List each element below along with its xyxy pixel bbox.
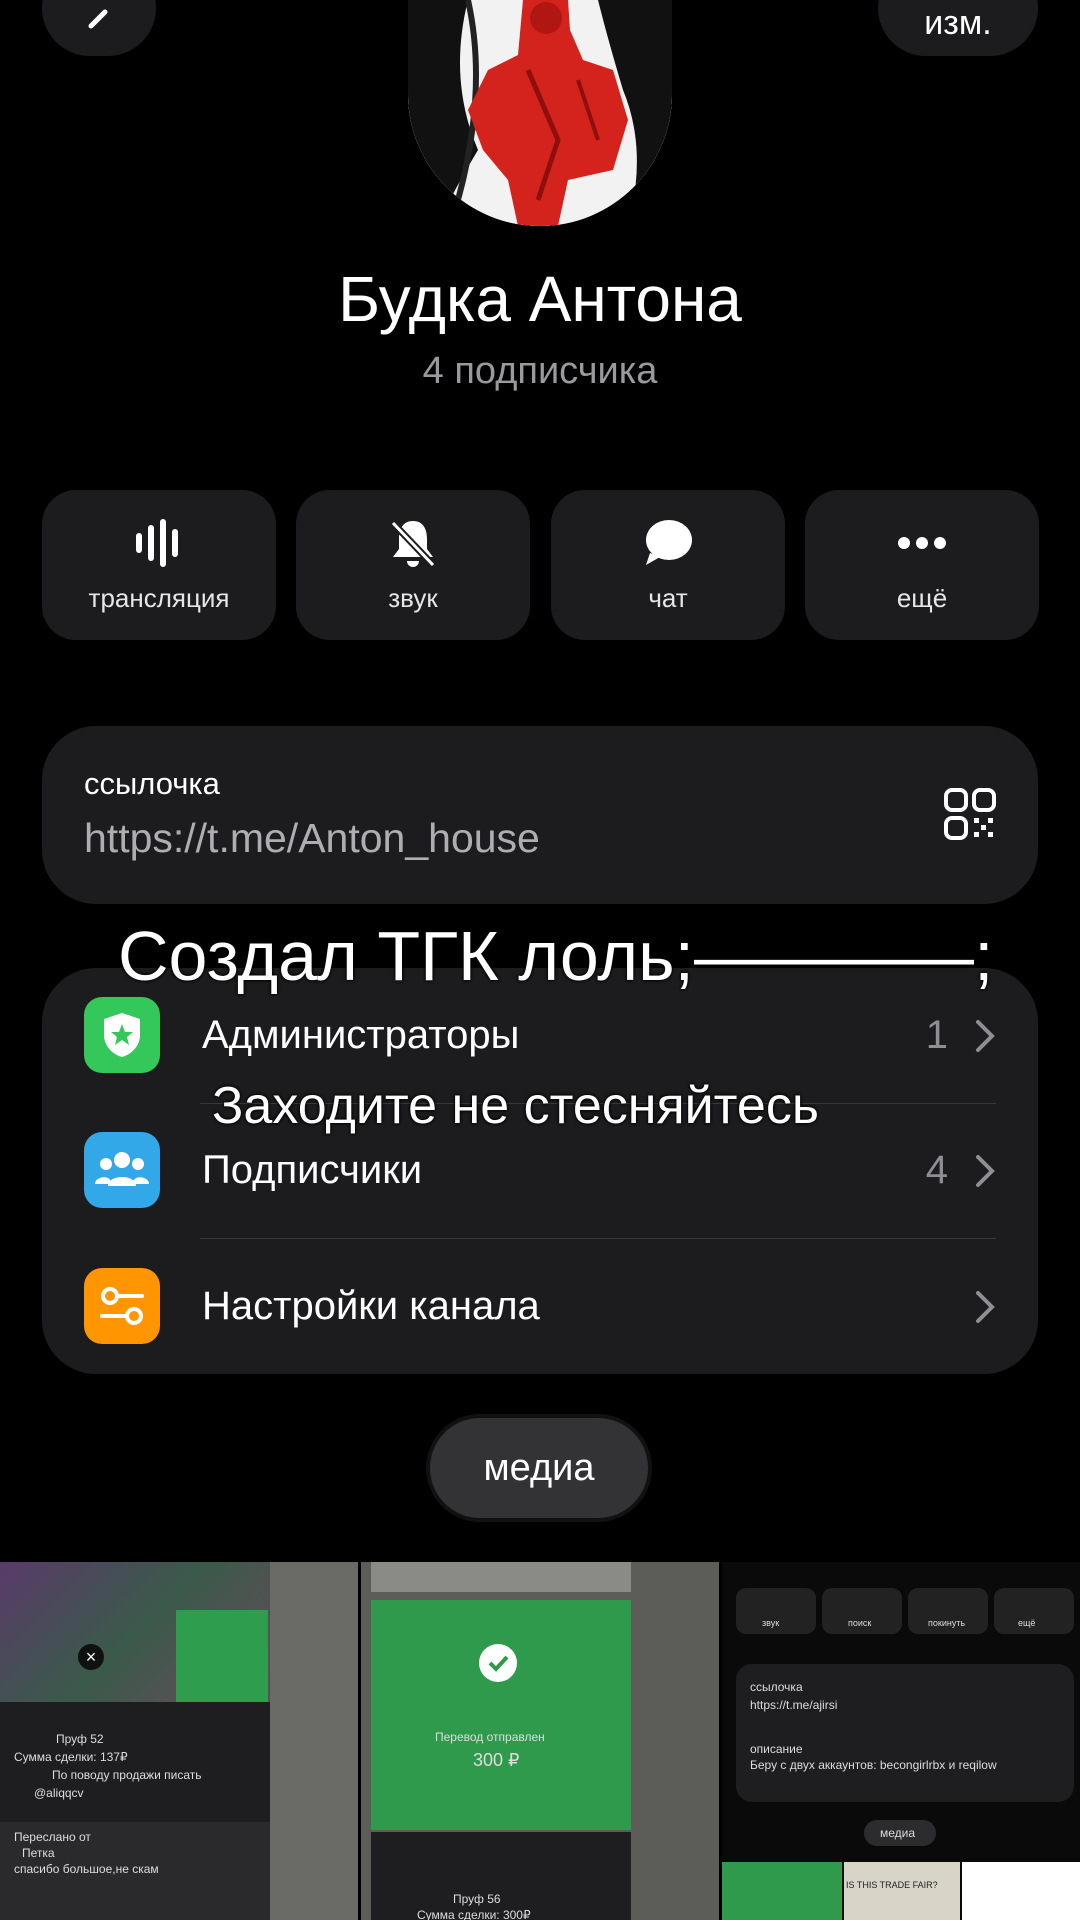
thumb3-link-label: ссылочка	[750, 1680, 803, 1694]
thumb3-desc: Беру с двух аккаунтов: becongirlrbx и re…	[750, 1758, 997, 1772]
subscribers-count: 4	[925, 1148, 948, 1192]
admins-label: Администраторы	[202, 1013, 520, 1057]
chevron-right-icon	[976, 1020, 995, 1052]
thumb1-user: @aliqqcv	[34, 1786, 84, 1800]
media-thumbnail-2[interactable]: Перевод отправлен 300 ₽ Пруф 56 Сумма сд…	[361, 1562, 719, 1920]
thumb1-sum: Сумма сделки: 137₽	[14, 1750, 128, 1764]
thumb1-line3: По поводу продажи писать	[52, 1768, 202, 1782]
check-circle-icon	[479, 1644, 517, 1682]
edit-button[interactable]: изм.	[878, 0, 1038, 56]
thumb3-desc-label: описание	[750, 1742, 803, 1756]
thumb2-amount: 300 ₽	[473, 1750, 520, 1770]
settings-toggle-icon	[84, 1268, 160, 1344]
media-tab[interactable]: медиа	[430, 1418, 648, 1518]
admin-shield-icon	[84, 997, 160, 1073]
media-thumbnail-3[interactable]: ссылочка https://t.me/ajirsi описание Бе…	[722, 1562, 1080, 1920]
admins-count: 1	[925, 1013, 948, 1057]
channel-title: Будка Антона	[338, 263, 742, 335]
qr-code-icon[interactable]	[944, 788, 996, 840]
thumb3-media-label: медиа	[880, 1826, 916, 1840]
thumb2-sum: Сумма сделки: 300₽	[417, 1908, 531, 1920]
thumb2-proof: Пруф 56	[453, 1892, 501, 1906]
thumb2-sent: Перевод отправлен	[435, 1730, 545, 1744]
sound-button[interactable]: звук	[296, 490, 530, 640]
overlay-caption-1: Создал ТГК лоль;————;	[118, 917, 994, 995]
action-label-sound: звук	[388, 582, 438, 613]
chat-bubble-icon	[646, 519, 692, 565]
list-item-channel-settings[interactable]	[42, 1239, 1038, 1374]
thumb1-name: Петка	[22, 1846, 55, 1860]
thumb3-action-label: поиск	[848, 1618, 872, 1628]
subscribers-label: Подписчики	[202, 1148, 423, 1192]
link-url[interactable]: https://t.me/Anton_house	[84, 815, 540, 862]
thumb3-link-url: https://t.me/ajirsi	[750, 1698, 838, 1712]
overlay-caption-2: Заходите не стесняйтесь	[212, 1077, 819, 1135]
thumb3-action-label: звук	[762, 1618, 780, 1628]
people-icon	[84, 1132, 160, 1208]
live-stream-icon	[136, 518, 178, 567]
chevron-right-icon	[976, 1291, 995, 1323]
thumb3-action-label: ещё	[1018, 1618, 1036, 1628]
back-button[interactable]	[42, 0, 156, 56]
action-label-chat: чат	[648, 582, 688, 613]
thumb1-proof: Пруф 52	[56, 1732, 104, 1746]
more-button[interactable]: ещё	[805, 490, 1039, 640]
channel-avatar[interactable]	[408, 0, 672, 226]
thumb1-thanks: спасибо большое,не скам	[14, 1862, 159, 1876]
media-thumbnail-1[interactable]: × Пруф 52 Сумма сделки: 137₽ По поводу п…	[0, 1562, 358, 1920]
close-icon: ×	[78, 1644, 104, 1670]
link-label: ссылочка	[84, 766, 220, 801]
chevron-right-icon	[976, 1155, 995, 1187]
thumb3-fair: IS THIS TRADE FAIR?	[846, 1880, 938, 1890]
channel-settings-label: Настройки канала	[202, 1284, 540, 1328]
more-dots-icon	[898, 536, 946, 549]
thumb3-action-label: покинуть	[928, 1618, 966, 1628]
action-label-more: ещё	[896, 582, 948, 613]
chevron-left-icon	[88, 9, 108, 29]
live-stream-button[interactable]: трансляция	[42, 490, 276, 640]
chat-button[interactable]: чат	[551, 490, 785, 640]
action-label-stream: трансляция	[88, 582, 230, 613]
bell-mute-icon	[390, 520, 436, 567]
subscriber-count: 4 подписчика	[422, 350, 658, 392]
thumb1-forward: Переслано от	[14, 1830, 91, 1844]
